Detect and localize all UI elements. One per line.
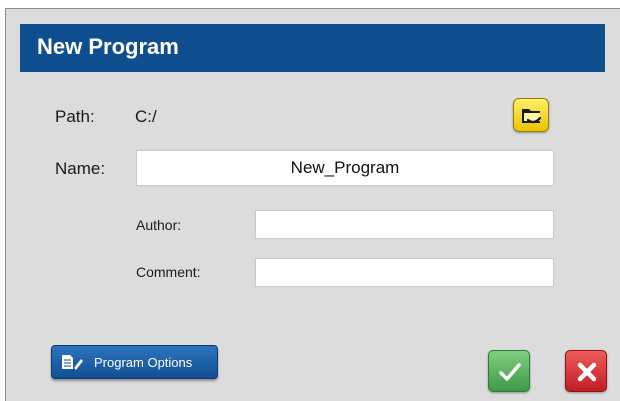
dialog-title: New Program xyxy=(37,34,179,59)
author-field[interactable] xyxy=(255,210,554,239)
program-options-button[interactable]: Program Options xyxy=(51,345,218,379)
dialog-title-bar: New Program xyxy=(20,24,605,72)
browse-path-button[interactable] xyxy=(513,98,549,132)
name-label: Name: xyxy=(55,159,106,178)
ok-button[interactable] xyxy=(488,350,530,392)
checkmark-icon xyxy=(499,363,521,381)
folder-open-icon xyxy=(522,109,542,124)
path-value: C:/ xyxy=(135,107,157,126)
path-label: Path: xyxy=(55,107,95,126)
program-name-field[interactable] xyxy=(136,150,554,186)
author-label: Author: xyxy=(136,217,182,233)
program-options-label: Program Options xyxy=(94,355,193,370)
comment-label: Comment: xyxy=(136,264,201,280)
close-x-icon xyxy=(577,362,597,382)
edit-document-icon xyxy=(62,355,83,370)
cancel-button[interactable] xyxy=(565,350,607,392)
comment-field[interactable] xyxy=(255,258,554,287)
